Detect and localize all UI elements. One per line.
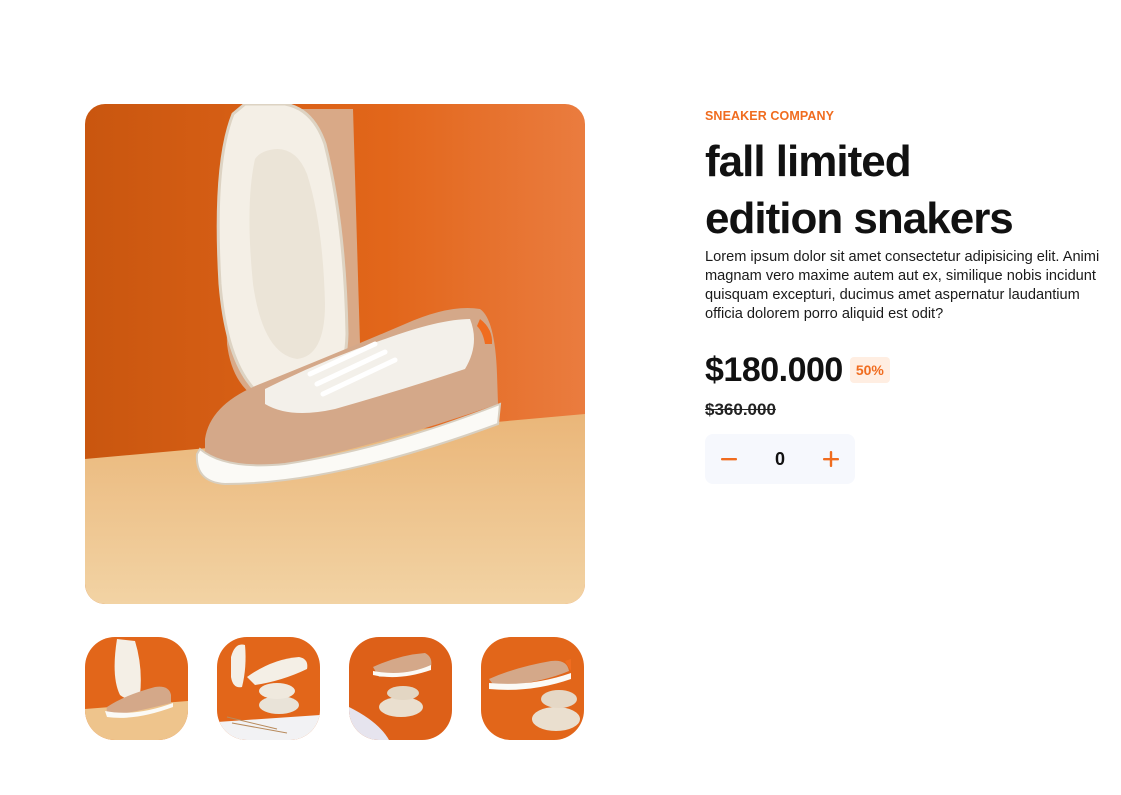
plus-icon xyxy=(822,451,839,467)
minus-icon xyxy=(721,458,737,461)
company-name: Sneaker Company xyxy=(705,109,835,123)
product-title: fall limited edition snakers xyxy=(705,133,1110,247)
increment-button[interactable] xyxy=(821,449,841,469)
thumbnail-image xyxy=(481,637,584,740)
product-page: Sneaker Company fall limited edition sna… xyxy=(0,0,1121,795)
quantity-value: 0 xyxy=(774,448,785,469)
thumbnail-gallery xyxy=(85,637,585,740)
product-description: Lorem ipsum dolor sit amet consectetur a… xyxy=(705,249,1100,322)
product-title-line-1: fall limited xyxy=(705,137,912,186)
original-price: $360.000 xyxy=(705,400,776,419)
product-title-line-2: edition snakers xyxy=(705,194,1014,243)
thumbnail-3[interactable] xyxy=(349,637,452,740)
thumbnail-1[interactable] xyxy=(85,637,188,740)
quantity-stepper: 0 xyxy=(705,434,855,484)
main-product-image[interactable] xyxy=(85,104,585,604)
thumbnail-4[interactable] xyxy=(481,637,584,740)
discount-badge: 50% xyxy=(849,357,890,383)
thumbnail-image xyxy=(217,637,320,740)
thumbnail-2[interactable] xyxy=(217,637,320,740)
price-row: $180.000 50% xyxy=(705,351,1110,389)
current-price: $180.000 xyxy=(705,350,843,389)
thumbnail-image xyxy=(349,637,452,740)
sneaker-illustration xyxy=(85,104,585,604)
decrement-button[interactable] xyxy=(719,449,739,469)
product-details: Sneaker Company fall limited edition sna… xyxy=(705,108,1110,484)
thumbnail-image xyxy=(85,637,188,740)
